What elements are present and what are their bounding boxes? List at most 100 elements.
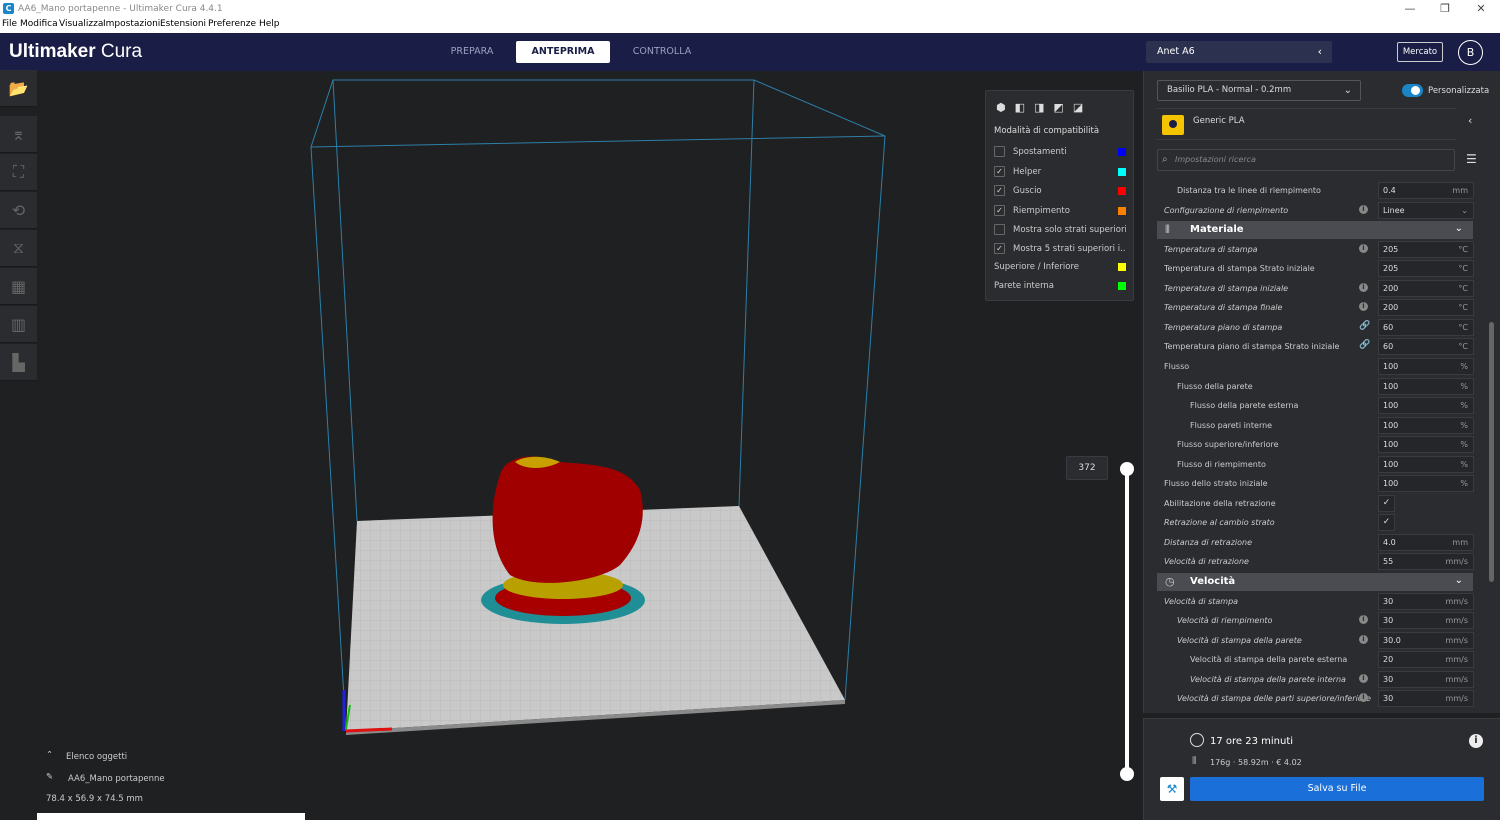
checkbox[interactable] (994, 146, 1005, 157)
info-icon[interactable]: i (1359, 302, 1368, 312)
setting-value-field[interactable]: 200 °C (1378, 299, 1474, 317)
checkbox[interactable]: ✓ (994, 205, 1005, 216)
chevron-up-icon[interactable]: ⌃ (46, 750, 53, 760)
link-icon[interactable]: 🔗 (1359, 321, 1370, 331)
setting-value-field[interactable]: 30 mm/s (1378, 592, 1474, 610)
info-icon[interactable]: i (1359, 282, 1368, 292)
setting-value-field[interactable]: 100% (1378, 475, 1474, 493)
menu-modifica[interactable]: Modifica (20, 19, 58, 29)
legend-item-guscio[interactable]: ✓ Guscio (994, 183, 1128, 199)
info-icon[interactable]: i (1469, 734, 1483, 748)
info-icon[interactable]: i (1359, 243, 1368, 253)
setting-label: Flusso pareti interne (1190, 420, 1273, 430)
menu-bar: File Modifica Visualizza Impostazioni Es… (0, 18, 1500, 33)
object-list-title[interactable]: Elenco oggetti (66, 752, 127, 762)
setting-value-field[interactable]: 100% (1378, 397, 1474, 415)
setting-value-field[interactable]: 30 mm/s (1378, 670, 1474, 688)
support-blocker-icon[interactable]: ▥ (0, 306, 37, 343)
settings-search-input[interactable]: ⌕ Impostazioni ricerca (1157, 149, 1455, 171)
setting-value-field[interactable]: 55 mm/s (1378, 553, 1474, 571)
layer-slider-top-handle[interactable] (1120, 462, 1134, 476)
checkbox[interactable]: ✓ (994, 243, 1005, 254)
3d-viewport[interactable] (0, 71, 1143, 820)
setting-value-field[interactable]: 30 mm/s (1378, 690, 1474, 708)
status-bar (37, 813, 305, 820)
layer-slider-bottom-handle[interactable] (1120, 767, 1134, 781)
per-model-settings-icon[interactable]: ▦ (0, 268, 37, 305)
view-top-icon[interactable]: ◨ (1034, 101, 1044, 114)
stage-prepara[interactable]: PREPARA (432, 41, 512, 63)
settings-scrollbar[interactable] (1489, 322, 1494, 582)
view-front-icon[interactable]: ◧ (1015, 101, 1025, 114)
section-header[interactable]: ◷ Velocità ⌄ (1157, 573, 1473, 591)
open-file-icon[interactable]: 📂 (0, 70, 37, 107)
setting-row: Flusso della parete esterna 100% (1156, 396, 1486, 415)
setting-value-field[interactable]: 30.0 mm/s (1378, 631, 1474, 649)
mirror-tool-icon[interactable]: ⧖ (0, 230, 37, 267)
setting-value-field[interactable]: Linee ⌄ (1378, 201, 1474, 219)
move-tool-icon[interactable]: ⌆ (0, 116, 37, 153)
scale-tool-icon[interactable]: ⛶ (0, 154, 37, 191)
rotate-tool-icon[interactable]: ⟲ (0, 192, 37, 229)
info-icon[interactable]: i (1359, 615, 1368, 625)
tools-icon[interactable]: ⚒ (1160, 777, 1184, 801)
setting-value-field[interactable]: 100% (1378, 357, 1474, 375)
info-icon[interactable]: i (1359, 204, 1368, 214)
legend-item-riempimento[interactable]: ✓ Riempimento (994, 203, 1128, 219)
setting-value-field[interactable]: 100% (1378, 377, 1474, 395)
menu-estensioni[interactable]: Estensioni (160, 19, 206, 29)
setting-value-field[interactable]: 200 °C (1378, 279, 1474, 297)
setting-value-field[interactable]: 100% (1378, 416, 1474, 434)
info-icon[interactable]: i (1359, 634, 1368, 644)
menu-help[interactable]: Help (259, 19, 280, 29)
setting-value-field[interactable]: 30 mm/s (1378, 612, 1474, 630)
setting-checkbox[interactable]: ✓ (1378, 514, 1395, 532)
info-icon[interactable]: i (1359, 673, 1368, 683)
material-selector[interactable]: Generic PLA (1156, 108, 1456, 140)
menu-visualizza[interactable]: Visualizza (59, 19, 103, 29)
marketplace-button[interactable]: Mercato (1397, 42, 1443, 62)
layer-number-input[interactable]: 372 (1066, 456, 1108, 480)
save-to-file-button[interactable]: Salva su File (1190, 777, 1484, 801)
setting-value-field[interactable]: 0.4 mm (1378, 182, 1474, 199)
view-left-icon[interactable]: ◩ (1053, 101, 1063, 114)
profile-selector[interactable]: Basilio PLA - Normal - 0.2mm ⌄ (1157, 80, 1361, 101)
setting-label: Flusso dello strato iniziale (1164, 479, 1268, 489)
layer-slider-track[interactable] (1125, 470, 1129, 773)
menu-preferenze[interactable]: Preferenze (208, 19, 256, 29)
collapse-panel-icon[interactable]: ‹ (1468, 114, 1472, 127)
close-button[interactable]: ✕ (1466, 2, 1496, 15)
menu-impostazioni[interactable]: Impostazioni (103, 19, 160, 29)
setting-value-field[interactable]: 60 °C (1378, 318, 1474, 336)
setting-checkbox[interactable]: ✓ (1378, 494, 1395, 512)
setting-value-field[interactable]: 205 °C (1378, 240, 1474, 258)
maximize-button[interactable]: ❐ (1430, 2, 1460, 15)
minimize-button[interactable]: — (1395, 2, 1425, 15)
settings-menu-icon[interactable]: ☰ (1466, 152, 1477, 166)
legend-item-spostamenti[interactable]: Spostamenti (994, 144, 1128, 160)
setting-value-field[interactable]: 100% (1378, 436, 1474, 454)
setting-value-field[interactable]: 205 °C (1378, 260, 1474, 278)
custom-mode-toggle[interactable] (1402, 84, 1423, 97)
link-icon[interactable]: 🔗 (1359, 340, 1370, 350)
layer-view-icon[interactable]: ▙ (0, 344, 37, 381)
setting-value-field[interactable]: 60 °C (1378, 338, 1474, 356)
section-header[interactable]: ⦀ Materiale ⌄ (1157, 221, 1473, 240)
view-right-icon[interactable]: ◪ (1073, 101, 1083, 114)
checkbox[interactable]: ✓ (994, 166, 1005, 177)
account-avatar[interactable]: B (1458, 40, 1483, 65)
setting-value-field[interactable]: 20 mm/s (1378, 651, 1474, 669)
legend-item-helper[interactable]: ✓ Helper (994, 164, 1128, 180)
printer-selector[interactable]: Anet A6 ‹ (1146, 41, 1332, 63)
setting-value-field[interactable]: 100% (1378, 455, 1474, 473)
setting-value-field[interactable]: 4.0 mm (1378, 533, 1474, 551)
checkbox[interactable] (994, 224, 1005, 235)
legend-item-top-5[interactable]: ✓ Mostra 5 strati superiori i... (994, 241, 1128, 257)
menu-file[interactable]: File (2, 19, 17, 29)
pencil-icon[interactable]: ✎ (46, 772, 53, 782)
legend-item-top-only[interactable]: Mostra solo strati superiori (994, 222, 1128, 238)
stage-controlla[interactable]: CONTROLLA (618, 41, 706, 63)
stage-anteprima[interactable]: ANTEPRIMA (516, 41, 610, 63)
view-3d-icon[interactable]: ⬢ (996, 101, 1006, 114)
checkbox[interactable]: ✓ (994, 185, 1005, 196)
